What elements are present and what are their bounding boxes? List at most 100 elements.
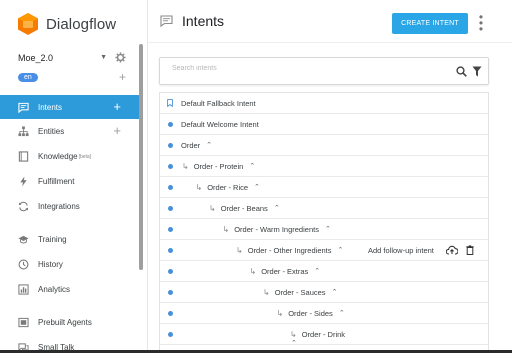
sidebar-item-training[interactable]: Training — [0, 227, 139, 252]
intent-name[interactable]: Order — [181, 141, 200, 150]
folder-icon — [18, 317, 29, 328]
intent-name[interactable]: Default Fallback Intent — [181, 99, 256, 108]
chevron-up-icon[interactable]: ⌃ — [325, 225, 331, 233]
intent-row[interactable]: ↳ Order - Extras ⌃ — [160, 261, 488, 282]
add-language-icon[interactable]: + — [119, 71, 126, 83]
search-input[interactable] — [172, 65, 432, 72]
chevron-up-icon[interactable]: ⌃ — [249, 162, 255, 170]
chevron-up-icon[interactable]: ⌃ — [314, 267, 320, 275]
chevron-up-icon[interactable]: ⌃ — [206, 141, 212, 149]
intent-name[interactable]: Order - Extras — [261, 267, 308, 276]
nav-divider — [0, 302, 139, 310]
sidebar-item-label: Prebuilt Agents — [38, 318, 92, 327]
sidebar-item-analytics[interactable]: Analytics — [0, 277, 139, 302]
sidebar-item-label: Intents — [38, 102, 63, 112]
page-title: Intents — [182, 13, 225, 29]
chat-bubble-icon — [160, 15, 173, 27]
intent-name[interactable]: Order - Sides — [288, 309, 333, 318]
book-icon — [18, 151, 29, 162]
graduation-cap-icon — [18, 235, 29, 244]
intent-status-dot — [168, 163, 173, 169]
intent-name[interactable]: Order - Other Ingredients — [248, 246, 332, 255]
intent-row[interactable]: Order ⌃ — [160, 135, 488, 156]
sidebar: Dialogflow Moe_2.0 ▼ en + Intents + Enti… — [0, 0, 148, 353]
intent-status-dot — [168, 142, 173, 148]
chevron-up-icon[interactable]: ⌃ — [332, 288, 338, 296]
chevron-up-icon[interactable]: ⌃ — [338, 246, 344, 254]
chevron-up-icon[interactable]: ⌃ — [339, 309, 345, 317]
followup-arrow-icon: ↳ — [263, 287, 270, 297]
filter-icon[interactable] — [472, 66, 482, 77]
chevron-up-icon[interactable]: ⌃ — [274, 204, 280, 212]
intent-status-dot — [168, 268, 173, 274]
intent-row[interactable]: ↳ Order - Beans ⌃ — [160, 198, 488, 219]
intent-name[interactable]: Order - Sauces — [275, 288, 326, 297]
intent-row[interactable]: Default Fallback Intent — [160, 93, 488, 114]
intent-name[interactable]: Order - Rice — [207, 183, 248, 192]
intent-row[interactable]: ↳ Order - Sauces ⌃ — [160, 282, 488, 303]
intent-status-dot — [168, 205, 173, 211]
clock-icon — [18, 259, 29, 270]
nav-divider — [0, 219, 139, 227]
sidebar-item-intents[interactable]: Intents + — [0, 95, 139, 119]
intent-row[interactable]: ↳ Order - Sides ⌃ — [160, 303, 488, 324]
cloud-upload-icon[interactable] — [446, 245, 458, 255]
add-entity-icon[interactable]: + — [113, 123, 121, 138]
search-bar — [159, 57, 489, 85]
sidebar-item-integrations[interactable]: Integrations — [0, 194, 139, 219]
sidebar-item-label: Training — [38, 235, 67, 244]
intent-name[interactable]: Order - Protein — [194, 162, 244, 171]
intent-name[interactable]: Default Welcome Intent — [181, 120, 259, 129]
create-intent-button[interactable]: CREATE INTENT — [392, 13, 468, 34]
sidebar-item-label: Fulfillment — [38, 177, 75, 186]
beta-badge: [beta] — [78, 153, 92, 160]
intent-content: Order ⌃ — [181, 141, 212, 150]
chevron-up-icon[interactable]: ⌃ — [254, 183, 260, 191]
intent-content: ↳ Order - Extras ⌃ — [250, 267, 321, 276]
intent-row[interactable]: ↳ Order - Other Ingredients ⌃ Add follow-up… — [160, 240, 488, 261]
search-icon[interactable] — [456, 66, 467, 77]
sidebar-item-history[interactable]: History — [0, 252, 139, 277]
sidebar-item-fulfillment[interactable]: Fulfillment — [0, 169, 139, 194]
sidebar-item-label: History — [38, 260, 63, 269]
hierarchy-icon — [18, 126, 29, 137]
intent-row[interactable]: Default Welcome Intent — [160, 114, 488, 135]
intent-name[interactable]: Order - Beans — [221, 204, 268, 213]
intent-content: ↳ Order - Rice ⌃ — [196, 183, 260, 192]
trash-icon[interactable] — [466, 245, 474, 255]
page-header: Intents CREATE INTENT • • • — [148, 0, 512, 44]
header-divider — [148, 42, 512, 43]
intent-status-dot — [168, 247, 173, 253]
chat-bubble-icon — [18, 102, 29, 113]
caret-down-icon[interactable]: ▼ — [100, 54, 107, 61]
intent-row[interactable]: ↳ Order - Rice ⌃ — [160, 177, 488, 198]
sidebar-item-entities[interactable]: Entities + — [0, 119, 139, 144]
add-intent-icon[interactable]: + — [113, 99, 121, 114]
intent-row[interactable]: ↳ Order - Protein ⌃ — [160, 156, 488, 177]
intent-row[interactable]: ↳ Order - Warm Ingredients ⌃ — [160, 219, 488, 240]
brand[interactable]: Dialogflow — [18, 13, 116, 35]
sidebar-item-knowledge[interactable]: Knowledge [beta] — [0, 144, 139, 169]
followup-arrow-icon: ↳ — [195, 182, 203, 192]
intent-content: ↳ Order - Beans ⌃ — [209, 204, 280, 213]
sync-icon — [18, 201, 29, 212]
add-followup-intent-link[interactable]: Add follow-up intent — [368, 246, 434, 255]
intent-status-dot — [168, 184, 173, 190]
intent-name[interactable]: Order - Drink — [302, 330, 345, 339]
followup-arrow-icon: ↳ — [290, 329, 297, 339]
agent-selector[interactable]: Moe_2.0 ▼ — [18, 52, 126, 63]
sidebar-item-label: Analytics — [38, 285, 71, 294]
intent-row[interactable]: ↳ Order - Drink ⌃ — [160, 324, 488, 347]
sidebar-item-prebuilt-agents[interactable]: Prebuilt Agents — [0, 310, 139, 335]
bookmark-icon — [167, 99, 173, 107]
intent-list: Default Fallback Intent Default Welcome I… — [159, 92, 489, 353]
intent-name[interactable]: Order - Warm Ingredients — [234, 225, 319, 234]
language-pill[interactable]: en — [18, 72, 38, 82]
chevron-up-icon[interactable]: ⌃ — [291, 339, 297, 347]
gear-icon[interactable] — [115, 52, 126, 63]
sidebar-scrollbar[interactable] — [139, 44, 143, 270]
sidebar-item-label: Entities — [38, 127, 65, 136]
more-options-icon[interactable]: • • • — [477, 11, 485, 35]
intent-status-dot — [168, 331, 173, 337]
dialogflow-logo-icon — [18, 13, 38, 35]
